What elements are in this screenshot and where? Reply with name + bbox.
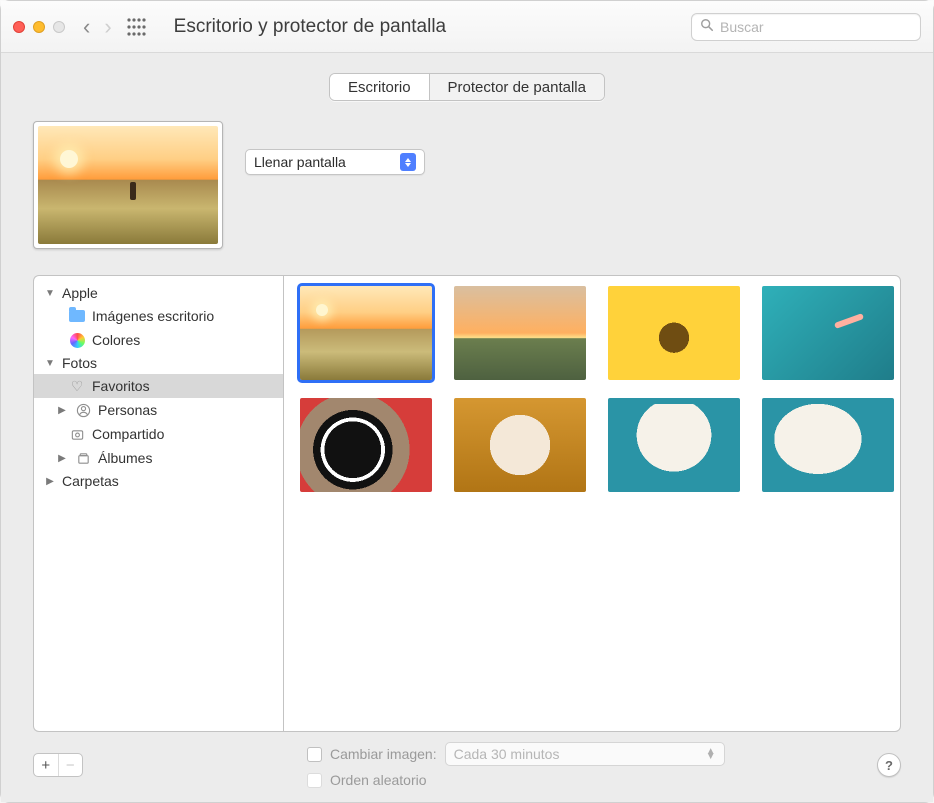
folder-icon: [68, 307, 86, 325]
sidebar-item-people[interactable]: ▶ Personas: [34, 398, 283, 422]
thumbnail[interactable]: [608, 286, 740, 380]
change-picture-label: Cambiar imagen:: [330, 746, 437, 762]
back-button[interactable]: ‹: [83, 14, 90, 40]
thumbnail[interactable]: [454, 398, 586, 492]
change-picture-controls: Cambiar imagen: Cada 30 minutos ▲▼ Orden…: [307, 742, 725, 788]
sidebar-label: Imágenes escritorio: [92, 308, 214, 324]
albums-icon: [74, 449, 92, 467]
chevron-updown-icon: ▲▼: [706, 749, 716, 759]
preview-row: Llenar pantalla: [33, 121, 901, 249]
thumbnail[interactable]: [454, 286, 586, 380]
sidebar-label: Álbumes: [98, 450, 152, 466]
preferences-window: ‹ › Escritorio y protector de pantalla E…: [0, 0, 934, 803]
disclosure-triangle-icon[interactable]: ▶: [44, 476, 56, 487]
minimize-window-button[interactable]: [33, 21, 45, 33]
tab-desktop[interactable]: Escritorio: [330, 74, 430, 100]
window-controls: [13, 21, 65, 33]
sidebar-item-colors[interactable]: Colores: [34, 328, 283, 352]
forward-button: ›: [104, 14, 111, 40]
random-order-label: Orden aleatorio: [330, 772, 427, 788]
sidebar-group-folders[interactable]: ▶ Carpetas: [34, 470, 283, 492]
sidebar-label: Carpetas: [62, 473, 119, 489]
window-title: Escritorio y protector de pantalla: [174, 16, 446, 38]
source-sidebar: ▼ Apple Imágenes escritorio Colores ▼ Fo…: [33, 275, 283, 732]
sidebar-label: Favoritos: [92, 378, 150, 394]
change-interval-select: Cada 30 minutos ▲▼: [445, 742, 725, 766]
nav-buttons: ‹ ›: [83, 14, 112, 40]
titlebar: ‹ › Escritorio y protector de pantalla: [1, 1, 933, 53]
share-icon: [68, 425, 86, 443]
split-view: ▼ Apple Imágenes escritorio Colores ▼ Fo…: [33, 275, 901, 732]
change-interval-value: Cada 30 minutos: [454, 746, 560, 762]
content-area: Escritorio Protector de pantalla Llenar …: [1, 53, 933, 802]
sidebar-item-desktop-pictures[interactable]: Imágenes escritorio: [34, 304, 283, 328]
thumbnail[interactable]: [300, 398, 432, 492]
sidebar-group-photos[interactable]: ▼ Fotos: [34, 352, 283, 374]
fit-mode-value: Llenar pantalla: [254, 154, 346, 170]
zoom-window-button: [53, 21, 65, 33]
sidebar-label: Fotos: [62, 355, 97, 371]
thumbnail[interactable]: [762, 286, 894, 380]
sidebar-item-favorites[interactable]: ♡ Favoritos: [34, 374, 283, 398]
sidebar-item-shared[interactable]: Compartido: [34, 422, 283, 446]
tab-screensaver[interactable]: Protector de pantalla: [430, 74, 604, 100]
bottom-bar: + − Cambiar imagen: Cada 30 minutos ▲▼ O…: [33, 742, 901, 788]
sidebar-label: Colores: [92, 332, 140, 348]
preview-image: [38, 126, 218, 244]
search-field[interactable]: [691, 13, 921, 41]
show-all-icon[interactable]: [126, 17, 146, 37]
random-order-checkbox: [307, 773, 322, 788]
help-button[interactable]: ?: [877, 753, 901, 777]
disclosure-triangle-icon[interactable]: ▶: [56, 453, 68, 464]
search-input[interactable]: [720, 19, 912, 35]
add-remove-control: + −: [33, 753, 83, 777]
thumbnail[interactable]: [608, 398, 740, 492]
search-icon: [700, 18, 714, 35]
thumbnail-pane: [283, 275, 901, 732]
thumbnail-grid: [300, 286, 884, 492]
add-folder-button[interactable]: +: [34, 754, 59, 776]
current-desktop-preview: [33, 121, 223, 249]
thumbnail[interactable]: [762, 398, 894, 492]
disclosure-triangle-icon[interactable]: ▼: [44, 288, 56, 299]
close-window-button[interactable]: [13, 21, 25, 33]
sidebar-label: Personas: [98, 402, 157, 418]
change-picture-checkbox[interactable]: [307, 747, 322, 762]
disclosure-triangle-icon[interactable]: ▶: [56, 405, 68, 416]
sidebar-group-apple[interactable]: ▼ Apple: [34, 282, 283, 304]
colorwheel-icon: [68, 331, 86, 349]
disclosure-triangle-icon[interactable]: ▼: [44, 358, 56, 369]
heart-icon: ♡: [68, 377, 86, 395]
sidebar-label: Compartido: [92, 426, 164, 442]
sidebar-item-albums[interactable]: ▶ Álbumes: [34, 446, 283, 470]
tab-switcher: Escritorio Protector de pantalla: [329, 73, 605, 101]
fit-mode-select[interactable]: Llenar pantalla: [245, 149, 425, 175]
person-icon: [74, 401, 92, 419]
remove-folder-button: −: [59, 754, 83, 776]
chevron-updown-icon: [400, 153, 416, 171]
thumbnail[interactable]: [300, 286, 432, 380]
sidebar-label: Apple: [62, 285, 98, 301]
